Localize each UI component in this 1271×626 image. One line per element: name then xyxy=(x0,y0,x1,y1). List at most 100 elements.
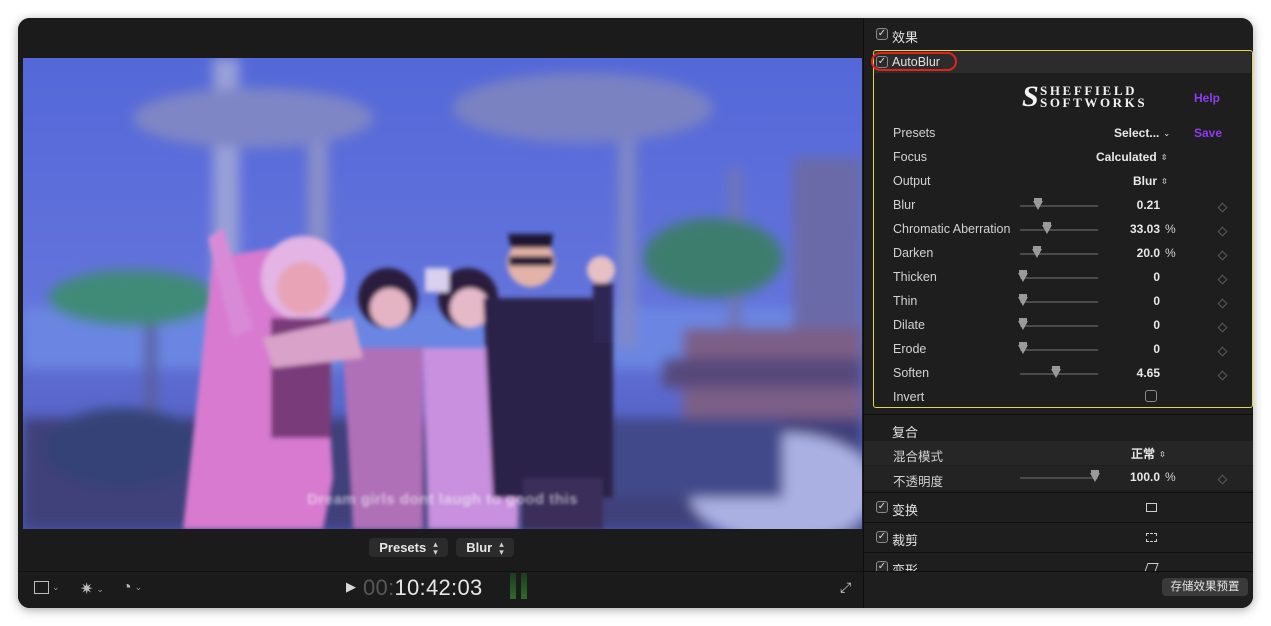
annotation-oval xyxy=(871,52,957,71)
save-link[interactable]: Save xyxy=(1194,126,1222,140)
fullscreen-icon[interactable]: ⤢ xyxy=(840,579,851,596)
darken-slider[interactable] xyxy=(1020,246,1098,258)
save-effects-preset-button[interactable]: 存储效果预置 xyxy=(1162,578,1248,596)
effects-section-header: ✓ 效果 xyxy=(864,26,1253,45)
transform-tool-button[interactable]: ⌄ xyxy=(34,579,60,597)
chromatic-value[interactable]: 33.03 xyxy=(1130,222,1160,236)
slider-knob[interactable] xyxy=(1018,318,1028,330)
slider-knob[interactable] xyxy=(1051,366,1062,378)
chevron-down-icon: ⌄ xyxy=(134,582,143,593)
divider xyxy=(864,492,1253,493)
slider-knob[interactable] xyxy=(1018,270,1028,282)
param-label: Invert xyxy=(893,390,925,404)
enhance-tool-button[interactable]: ✷ ⌄ xyxy=(80,579,104,599)
presets-select-popup[interactable]: Select... ⌄ xyxy=(1114,126,1170,140)
blend-mode-popup[interactable]: 正常 ⇳ xyxy=(1131,445,1166,462)
keyframe-icon[interactable] xyxy=(1217,226,1228,237)
keyframe-icon[interactable] xyxy=(1217,370,1228,381)
viewer-header xyxy=(18,18,863,58)
crop-checkbox[interactable]: ✓ xyxy=(876,531,888,543)
focus-popup[interactable]: Calculated ⇳ xyxy=(1096,150,1167,164)
viewer-presets-label: Presets xyxy=(379,540,427,555)
param-label: Thicken xyxy=(893,270,937,284)
keyframe-icon[interactable] xyxy=(1217,250,1228,261)
thicken-slider[interactable] xyxy=(1018,270,1098,282)
opacity-value[interactable]: 100.0 xyxy=(1130,470,1160,484)
thicken-value[interactable]: 0 xyxy=(1153,270,1160,284)
slider-knob[interactable] xyxy=(1032,246,1043,258)
dilate-slider[interactable] xyxy=(1018,318,1098,330)
opacity-label: 不透明度 xyxy=(893,475,944,489)
chromatic-slider[interactable] xyxy=(1020,222,1098,234)
chevron-down-icon: ⌄ xyxy=(96,584,104,595)
param-label: Erode xyxy=(893,342,927,356)
help-link[interactable]: Help xyxy=(1194,91,1220,105)
param-blur-row: Blur 0.21 xyxy=(864,198,1253,214)
keyframe-icon[interactable] xyxy=(1217,202,1228,213)
transform-checkbox[interactable]: ✓ xyxy=(876,501,888,513)
effects-checkbox[interactable]: ✓ xyxy=(876,28,888,40)
blur-slider[interactable] xyxy=(1020,198,1098,210)
opacity-unit: % xyxy=(1165,470,1176,484)
thin-slider[interactable] xyxy=(1018,294,1098,306)
audio-meter-right xyxy=(521,573,527,599)
play-button[interactable]: ▶ xyxy=(346,579,356,595)
blend-mode-label: 混合模式 xyxy=(893,450,944,464)
thin-value[interactable]: 0 xyxy=(1153,294,1160,308)
param-label: Dilate xyxy=(893,318,925,332)
viewer-blur-label: Blur xyxy=(466,540,493,555)
viewer-presets-popup[interactable]: Presets ▴ ▾ xyxy=(369,538,448,557)
keyframe-icon[interactable] xyxy=(1217,346,1228,357)
keyframe-icon[interactable] xyxy=(1217,474,1228,485)
transform-title: 变换 xyxy=(892,503,919,518)
opacity-row: 不透明度 100.0 % xyxy=(864,466,1253,490)
timecode-main: 10:42:03 xyxy=(394,575,483,600)
transform-row: ✓ 变换 xyxy=(864,500,1253,518)
param-erode-row: Erode 0 xyxy=(864,342,1253,358)
slider-knob[interactable] xyxy=(1018,294,1028,306)
darken-value[interactable]: 20.0 xyxy=(1137,246,1160,260)
focus-value: Calculated xyxy=(1096,150,1157,164)
param-label: Output xyxy=(893,174,931,188)
video-subtitle: Dream girls dont laugh to good this xyxy=(307,491,578,508)
crop-title: 裁剪 xyxy=(892,533,919,548)
param-soften-row: Soften 4.65 xyxy=(864,366,1253,382)
opacity-slider[interactable] xyxy=(1020,470,1100,482)
erode-slider[interactable] xyxy=(1018,342,1098,354)
sheffield-s-mark: S xyxy=(1022,80,1039,113)
blur-value[interactable]: 0.21 xyxy=(1137,198,1160,212)
magic-wand-icon: ✷ xyxy=(80,581,94,598)
slider-knob[interactable] xyxy=(1090,470,1100,482)
viewer-toolbar: ⌄ ✷ ⌄ ◔ ⌄ ▶ 00:10:42:03 ⤢ xyxy=(18,571,863,608)
transform-onscreen-icon[interactable] xyxy=(1146,503,1157,512)
param-label: Thin xyxy=(893,294,918,308)
crop-onscreen-icon[interactable] xyxy=(1146,533,1157,542)
soften-slider[interactable] xyxy=(1020,366,1098,378)
soften-value[interactable]: 4.65 xyxy=(1137,366,1160,380)
video-image xyxy=(23,58,862,529)
divider xyxy=(864,522,1253,523)
distort-checkbox[interactable]: ✓ xyxy=(876,561,888,571)
viewer-blur-popup[interactable]: Blur ▴ ▾ xyxy=(456,538,514,557)
sheffield-logo: S SHEFFIELD SOFTWORKS xyxy=(1022,80,1167,113)
keyframe-icon[interactable] xyxy=(1217,298,1228,309)
keyframe-icon[interactable] xyxy=(1217,274,1228,285)
audio-meters xyxy=(510,573,530,599)
logo-line2: SOFTWORKS xyxy=(1040,95,1148,110)
invert-checkbox[interactable] xyxy=(1145,390,1157,402)
erode-value[interactable]: 0 xyxy=(1153,342,1160,356)
dilate-value[interactable]: 0 xyxy=(1153,318,1160,332)
output-popup[interactable]: Blur ⇳ xyxy=(1133,174,1168,188)
param-thin-row: Thin 0 xyxy=(864,294,1253,310)
retime-tool-button[interactable]: ◔ ⌄ xyxy=(122,579,142,597)
param-dilate-row: Dilate 0 xyxy=(864,318,1253,334)
slider-knob[interactable] xyxy=(1018,342,1028,354)
crop-row: ✓ 裁剪 xyxy=(864,530,1253,548)
distort-onscreen-icon[interactable] xyxy=(1144,563,1159,571)
video-frame[interactable]: Dream girls dont laugh to good this xyxy=(23,58,862,529)
audio-meter-left xyxy=(510,573,516,599)
slider-knob[interactable] xyxy=(1041,222,1052,234)
slider-knob[interactable] xyxy=(1033,198,1044,210)
keyframe-icon[interactable] xyxy=(1217,322,1228,333)
crop-frame-icon xyxy=(34,581,49,595)
